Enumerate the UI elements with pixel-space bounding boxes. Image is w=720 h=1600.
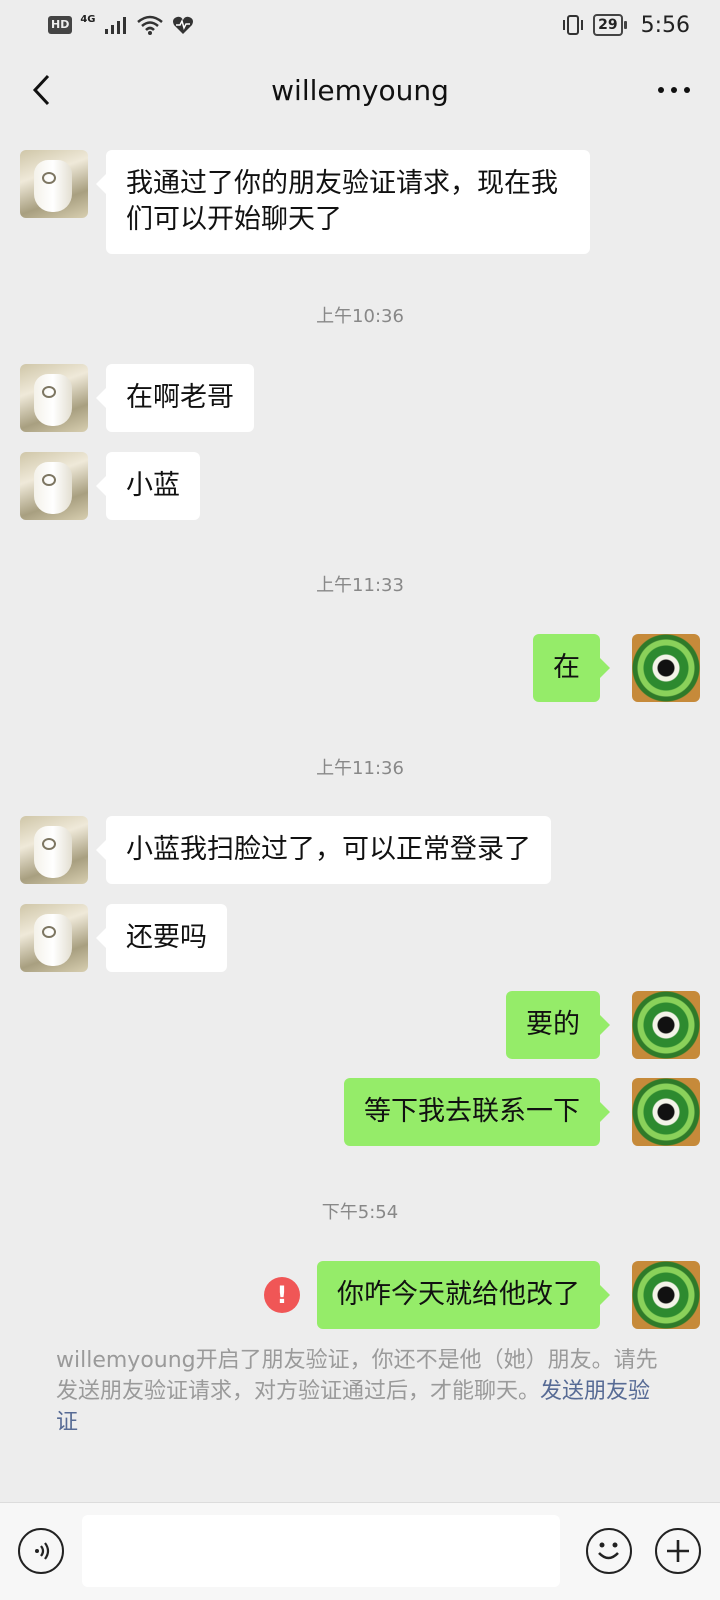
more-icon bbox=[658, 87, 690, 93]
nav-bar: willemyoung bbox=[0, 50, 720, 130]
system-notice: willemyoung开启了朋友验证，你还不是他（她）朋友。请先发送朋友验证请求… bbox=[56, 1345, 664, 1438]
more-button[interactable] bbox=[650, 70, 698, 110]
peer-avatar[interactable] bbox=[20, 150, 88, 218]
emoji-button[interactable] bbox=[586, 1528, 632, 1574]
back-button[interactable] bbox=[22, 70, 62, 110]
timestamp: 上午10:36 bbox=[316, 306, 404, 327]
message-bubble[interactable]: 在 bbox=[533, 634, 610, 702]
vibrate-icon bbox=[563, 15, 584, 35]
wifi-icon bbox=[136, 15, 163, 35]
message-bubble[interactable]: 我通过了你的朋友验证请求，现在我们可以开始聊天了 bbox=[96, 150, 590, 254]
emoji-icon bbox=[598, 1542, 619, 1560]
peer-avatar[interactable] bbox=[20, 364, 88, 432]
message-input[interactable] bbox=[82, 1515, 560, 1587]
send-failed-icon[interactable]: ! bbox=[264, 1277, 300, 1313]
message-bubble[interactable]: 在啊老哥 bbox=[96, 364, 254, 432]
signal-icon bbox=[104, 17, 126, 34]
chat-area[interactable]: 我通过了你的朋友验证请求，现在我们可以开始聊天了 上午10:36 在啊老哥 小蓝… bbox=[0, 130, 720, 1502]
my-avatar[interactable] bbox=[632, 991, 700, 1059]
message-bubble[interactable]: 小蓝我扫脸过了，可以正常登录了 bbox=[96, 816, 551, 884]
timestamp: 上午11:33 bbox=[316, 575, 404, 596]
health-icon bbox=[172, 16, 193, 34]
message-bubble[interactable]: 你咋今天就给他改了 bbox=[317, 1261, 610, 1329]
my-avatar[interactable] bbox=[632, 1261, 700, 1329]
hd-badge: HD bbox=[48, 16, 73, 34]
voice-button[interactable] bbox=[18, 1528, 64, 1574]
clock: 5:56 bbox=[640, 12, 690, 38]
status-bar: HD 4G 29 5:56 bbox=[0, 0, 720, 50]
plus-button[interactable] bbox=[655, 1528, 701, 1574]
message-bubble[interactable]: 还要吗 bbox=[96, 904, 227, 972]
plus-icon bbox=[667, 1540, 689, 1562]
battery-icon: 29 bbox=[593, 14, 628, 36]
peer-avatar[interactable] bbox=[20, 904, 88, 972]
peer-avatar[interactable] bbox=[20, 452, 88, 520]
message-bubble[interactable]: 小蓝 bbox=[96, 452, 200, 520]
voice-icon bbox=[35, 1542, 50, 1560]
peer-avatar[interactable] bbox=[20, 816, 88, 884]
chat-title: willemyoung bbox=[271, 73, 449, 107]
status-right: 29 5:56 bbox=[561, 13, 690, 38]
input-bar bbox=[0, 1502, 720, 1600]
message-bubble[interactable]: 等下我去联系一下 bbox=[344, 1078, 610, 1146]
message-bubble[interactable]: 要的 bbox=[506, 991, 610, 1059]
my-avatar[interactable] bbox=[632, 1078, 700, 1146]
status-left: HD 4G bbox=[48, 14, 194, 36]
network-type: 4G bbox=[80, 13, 96, 25]
battery-level: 29 bbox=[598, 17, 618, 33]
my-avatar[interactable] bbox=[632, 634, 700, 702]
timestamp: 下午5:54 bbox=[321, 1202, 399, 1223]
timestamp: 上午11:36 bbox=[316, 758, 404, 779]
chevron-left-icon bbox=[32, 74, 50, 106]
